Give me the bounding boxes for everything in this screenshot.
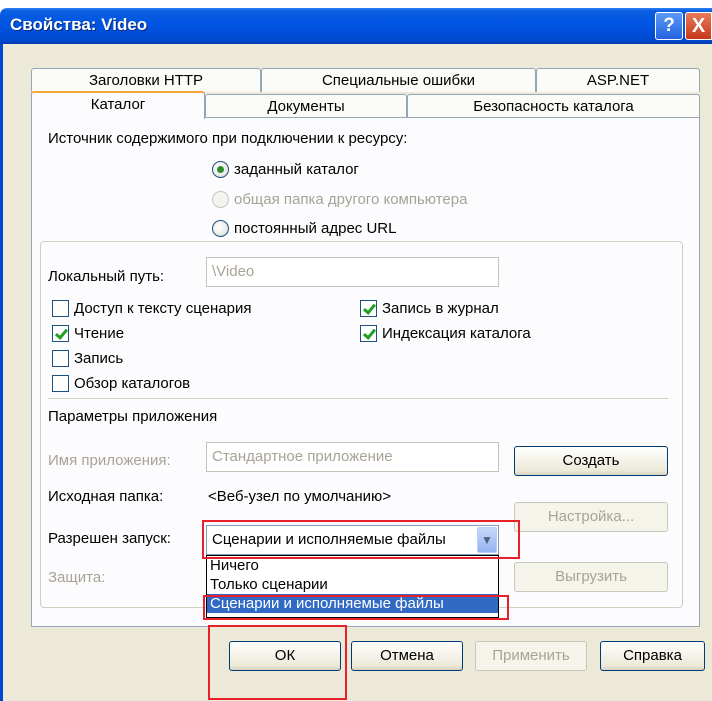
local-path-field: \Video xyxy=(206,257,499,287)
execute-permissions-value: Сценарии и исполняемые файлы xyxy=(212,531,446,548)
execute-permissions-label: Разрешен запуск: xyxy=(48,530,171,547)
execute-permissions-dropdown: Ничего Только сценарии Сценарии и исполн… xyxy=(206,555,499,618)
local-path-label: Локальный путь: xyxy=(48,268,165,285)
protection-label: Защита: xyxy=(48,569,106,586)
dropdown-option-none[interactable]: Ничего xyxy=(207,556,498,575)
execute-permissions-select[interactable]: Сценарии и исполняемые файлы ▼ xyxy=(206,525,499,555)
index-resource-label[interactable]: Индексация каталога xyxy=(382,325,531,342)
configuration-button: Настройка... xyxy=(514,502,668,532)
directory-browsing-label[interactable]: Обзор каталогов xyxy=(74,375,190,392)
checkbox-index-resource[interactable] xyxy=(360,325,377,342)
checkbox-write[interactable] xyxy=(52,350,69,367)
app-name-field: Стандартное приложение xyxy=(206,442,499,472)
read-label[interactable]: Чтение xyxy=(74,325,124,342)
start-folder-value: <Веб-узел по умолчанию> xyxy=(208,488,392,505)
radio-local-directory-label[interactable]: заданный каталог xyxy=(234,161,359,178)
app-settings-header: Параметры приложения xyxy=(48,408,218,425)
checkbox-read[interactable] xyxy=(52,325,69,342)
start-folder-label: Исходная папка: xyxy=(48,488,164,505)
radio-local-directory[interactable] xyxy=(212,161,229,178)
divider xyxy=(48,398,668,399)
checkbox-script-source-access[interactable] xyxy=(52,300,69,317)
log-visits-label[interactable]: Запись в журнал xyxy=(382,300,499,317)
cancel-button[interactable]: Отмена xyxy=(351,641,463,671)
script-source-access-label[interactable]: Доступ к тексту сценария xyxy=(74,300,251,317)
chevron-down-icon[interactable]: ▼ xyxy=(477,527,497,553)
checkbox-directory-browsing[interactable] xyxy=(52,375,69,392)
unload-button: Выгрузить xyxy=(514,562,668,592)
apply-button: Применить xyxy=(475,641,587,671)
content-source-label: Источник содержимого при подключении к р… xyxy=(48,130,408,147)
checkbox-log-visits[interactable] xyxy=(360,300,377,317)
write-label[interactable]: Запись xyxy=(74,350,123,367)
radio-network-share xyxy=(212,191,229,208)
app-name-label: Имя приложения: xyxy=(48,452,171,469)
radio-redirect-url-label[interactable]: постоянный адрес URL xyxy=(234,220,396,237)
radio-network-share-label: общая папка другого компьютера xyxy=(234,191,468,208)
dropdown-option-scripts-executables[interactable]: Сценарии и исполняемые файлы xyxy=(207,594,498,613)
radio-redirect-url[interactable] xyxy=(212,220,229,237)
create-button[interactable]: Создать xyxy=(514,446,668,476)
dropdown-option-scripts-only[interactable]: Только сценарии xyxy=(207,575,498,594)
help-button[interactable]: Справка xyxy=(600,641,705,671)
ok-button[interactable]: ОК xyxy=(229,641,341,671)
